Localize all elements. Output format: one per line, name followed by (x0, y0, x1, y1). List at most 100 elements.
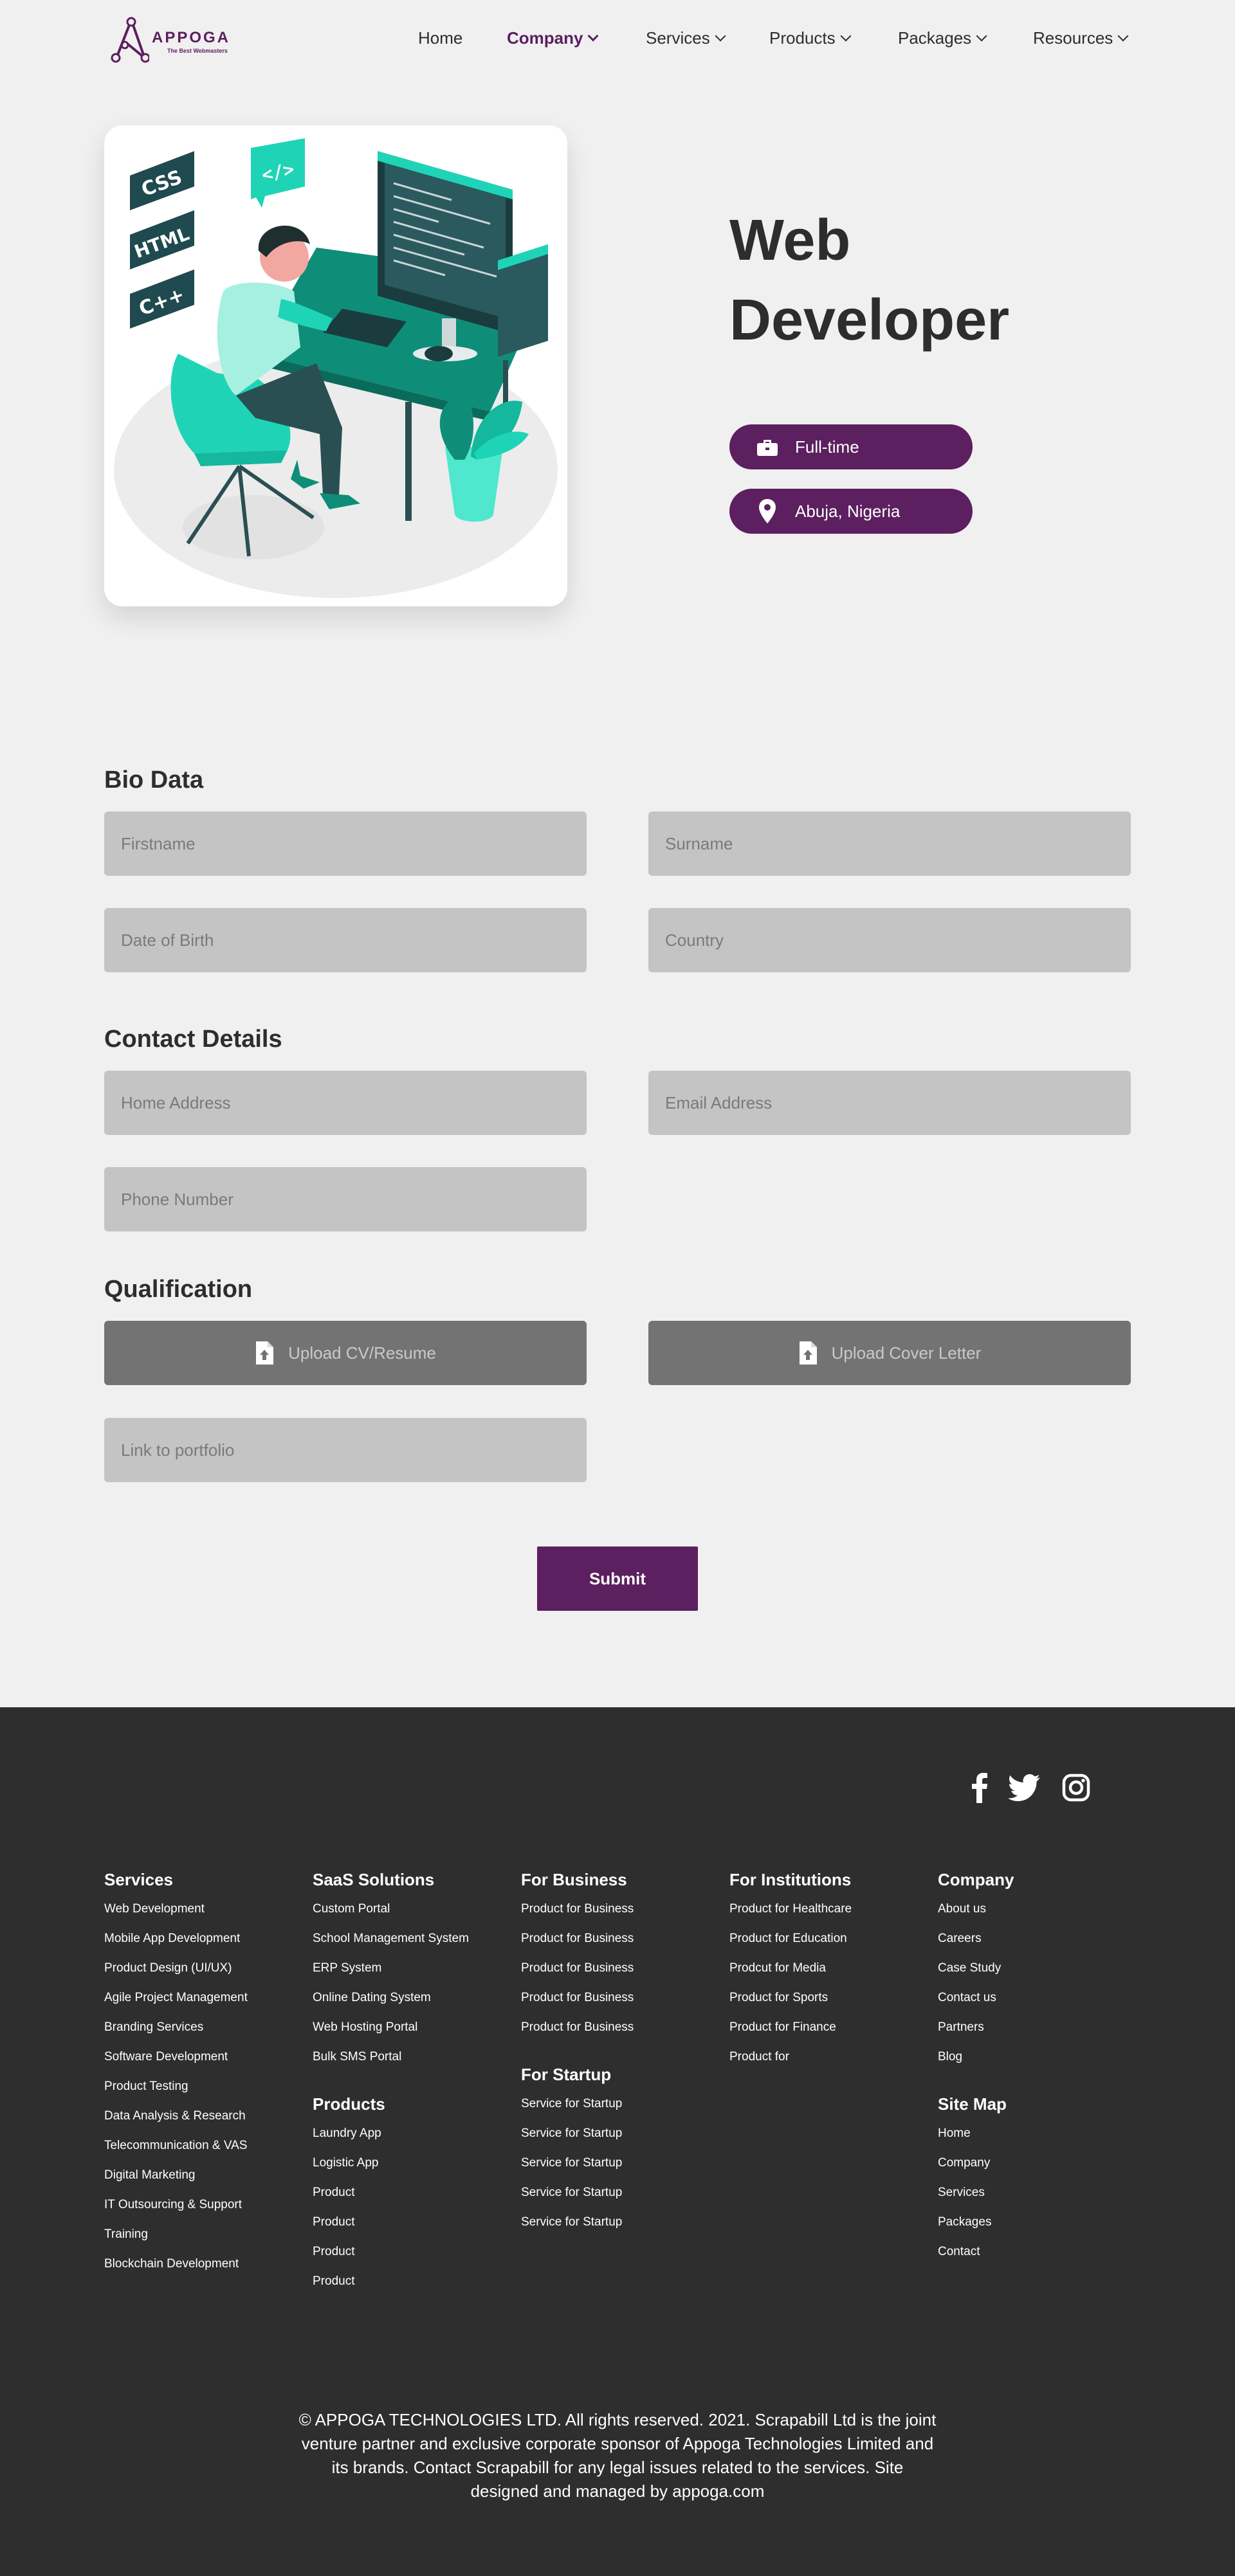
footer-link[interactable]: Blockchain Development (104, 2257, 239, 2271)
portfolio-link-field[interactable] (104, 1418, 587, 1482)
footer-link[interactable]: Product for Business (521, 2020, 634, 2035)
footer-link[interactable]: Product for Education (729, 1932, 847, 1946)
footer-link[interactable]: Laundry App (313, 2127, 381, 2141)
footer-link[interactable]: Product (313, 2215, 354, 2229)
footer-link[interactable]: Logistic App (313, 2156, 378, 2170)
footer-link[interactable]: Service for Startup (521, 2215, 622, 2229)
footer-link[interactable]: Web Development (104, 1902, 205, 1916)
firstname-field[interactable] (104, 812, 587, 876)
footer-link[interactable]: Web Hosting Portal (313, 2020, 417, 2035)
footer-link[interactable]: Product (313, 2274, 354, 2289)
upload-cv-button[interactable]: Upload CV/Resume (104, 1321, 587, 1385)
job-title: Web Developer (729, 208, 1010, 352)
footer-link[interactable]: Software Development (104, 2050, 228, 2064)
footer-services-title: Services (104, 1870, 173, 1889)
facebook-icon[interactable] (968, 1768, 991, 1807)
footer-link[interactable]: About us (938, 1902, 986, 1916)
footer-link[interactable]: Careers (938, 1932, 982, 1946)
footer-link[interactable]: ERP System (313, 1961, 381, 1975)
submit-button[interactable]: Submit (537, 1547, 698, 1611)
phone-number-field[interactable] (104, 1167, 587, 1231)
footer-link[interactable]: Contact (938, 2245, 980, 2259)
footer-link[interactable]: Product Design (UI/UX) (104, 1961, 232, 1975)
footer-link[interactable]: Prodcut for Media (729, 1961, 826, 1975)
twitter-icon[interactable] (1007, 1768, 1041, 1807)
footer-link[interactable]: Packages (938, 2215, 991, 2229)
footer-institutions-title: For Institutions (729, 1870, 852, 1889)
footer-link[interactable]: Training (104, 2227, 148, 2242)
footer-link[interactable]: Service for Startup (521, 2097, 622, 2111)
footer-link[interactable]: Service for Startup (521, 2186, 622, 2200)
job-location-badge: Abuja, Nigeria (729, 489, 973, 534)
nav-packages-label: Packages (898, 28, 972, 48)
footer-link[interactable]: Product for Finance (729, 2020, 836, 2035)
footer-link[interactable]: Product for Business (521, 1991, 634, 2005)
chevron-down-icon (587, 30, 599, 41)
country-field[interactable] (648, 908, 1131, 972)
home-address-field[interactable] (104, 1071, 587, 1135)
footer-startup-title: For Startup (521, 2065, 612, 2084)
qualification-heading: Qualification (104, 1276, 253, 1303)
footer-link[interactable]: Blog (938, 2050, 962, 2064)
footer-link[interactable]: Product (313, 2245, 354, 2259)
file-upload-icon (799, 1341, 817, 1365)
upload-cover-letter-button[interactable]: Upload Cover Letter (648, 1321, 1131, 1385)
nav-packages[interactable]: Packages (898, 28, 987, 48)
site-footer: Services Web Development Mobile App Deve… (0, 1707, 1235, 2576)
footer-link[interactable]: Agile Project Management (104, 1991, 248, 2005)
footer-link[interactable]: Branding Services (104, 2020, 203, 2035)
footer-link[interactable]: Mobile App Development (104, 1932, 240, 1946)
nav-resources-label: Resources (1033, 28, 1113, 48)
footer-link[interactable]: Product for (729, 2050, 789, 2064)
footer-link[interactable]: Services (938, 2186, 985, 2200)
instagram-icon[interactable] (1061, 1768, 1091, 1807)
chevron-down-icon (715, 30, 726, 41)
nav-services[interactable]: Services (646, 28, 726, 48)
nav-company[interactable]: Company (507, 28, 599, 48)
nav-resources[interactable]: Resources (1033, 28, 1129, 48)
html-block: HTML (130, 210, 194, 269)
brand-tagline: The Best Webmasters (167, 47, 228, 54)
nav-home-label: Home (418, 28, 463, 48)
footer-business-title: For Business (521, 1870, 627, 1889)
footer-link[interactable]: Service for Startup (521, 2156, 622, 2170)
nav-company-label: Company (507, 28, 583, 48)
date-of-birth-field[interactable] (104, 908, 587, 972)
footer-saas-title: SaaS Solutions (313, 1870, 435, 1889)
footer-link[interactable]: Product Testing (104, 2080, 188, 2094)
footer-link[interactable]: Company (938, 2156, 990, 2170)
footer-link[interactable]: Bulk SMS Portal (313, 2050, 401, 2064)
nav-products-label: Products (769, 28, 836, 48)
footer-link[interactable]: Custom Portal (313, 1902, 390, 1916)
footer-link[interactable]: Product for Healthcare (729, 1902, 852, 1916)
footer-link[interactable]: IT Outsourcing & Support (104, 2198, 242, 2212)
code-bubble: </> (251, 138, 305, 208)
footer-link[interactable]: Digital Marketing (104, 2168, 196, 2182)
footer-products-title: Products (313, 2094, 385, 2114)
footer-link[interactable]: School Management System (313, 1932, 469, 1946)
footer-link[interactable]: Home (938, 2127, 971, 2141)
email-field[interactable] (648, 1071, 1131, 1135)
footer-link[interactable]: Product for Sports (729, 1991, 828, 2005)
footer-sitemap-title: Site Map (938, 2094, 1007, 2114)
footer-link[interactable]: Data Analysis & Research (104, 2109, 246, 2123)
nav-products[interactable]: Products (769, 28, 852, 48)
nav-home[interactable]: Home (418, 28, 462, 48)
footer-link[interactable]: Telecommunication & VAS (104, 2139, 247, 2153)
footer-link[interactable]: Product for Business (521, 1902, 634, 1916)
footer-link[interactable]: Case Study (938, 1961, 1001, 1975)
footer-link[interactable]: Service for Startup (521, 2127, 622, 2141)
upload-cv-label: Upload CV/Resume (288, 1343, 436, 1363)
chevron-down-icon (976, 30, 987, 41)
footer-link[interactable]: Product (313, 2186, 354, 2200)
footer-link[interactable]: Partners (938, 2020, 984, 2035)
nav-services-label: Services (646, 28, 710, 48)
footer-link[interactable]: Product for Business (521, 1932, 634, 1946)
footer-link[interactable]: Product for Business (521, 1961, 634, 1975)
chevron-down-icon (840, 30, 852, 41)
file-upload-icon (256, 1341, 274, 1365)
css-block: CSS (130, 151, 194, 210)
surname-field[interactable] (648, 812, 1131, 876)
footer-link[interactable]: Online Dating System (313, 1991, 431, 2005)
footer-link[interactable]: Contact us (938, 1991, 996, 2005)
